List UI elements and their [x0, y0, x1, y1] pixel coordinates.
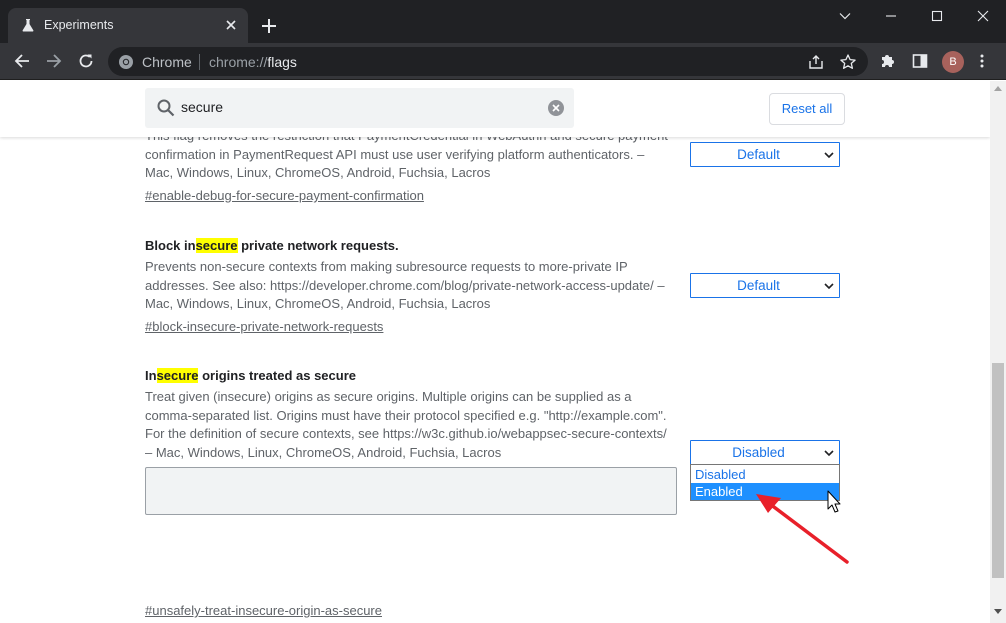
- tab-strip: Experiments: [0, 0, 1006, 43]
- minimize-icon: [886, 15, 896, 17]
- bookmark-star-icon[interactable]: [839, 53, 857, 71]
- close-tab-icon[interactable]: [222, 16, 240, 34]
- toolbar: Chrome chrome://flags: [0, 43, 1006, 80]
- chevron-down-icon: [824, 283, 834, 290]
- address-bar[interactable]: Chrome chrome://flags: [108, 47, 868, 76]
- description-line: confirmation in PaymentRequest API must …: [145, 146, 645, 162]
- option-disabled[interactable]: Disabled: [691, 466, 839, 483]
- search-box[interactable]: [145, 88, 574, 128]
- description-line: For the definition of secure contexts, s…: [145, 426, 667, 441]
- back-button[interactable]: [8, 47, 36, 75]
- experiment-permalink[interactable]: #block-insecure-private-network-requests: [145, 319, 383, 334]
- scroll-up-arrow-icon[interactable]: [994, 85, 1002, 91]
- title-text: In: [145, 368, 157, 383]
- experiment-select[interactable]: Default: [690, 142, 840, 167]
- new-tab-icon[interactable]: [258, 15, 280, 37]
- extensions-button[interactable]: [874, 47, 902, 75]
- experiment-permalink[interactable]: #enable-debug-for-secure-payment-confirm…: [145, 188, 424, 203]
- puzzle-icon: [882, 55, 894, 67]
- option-enabled[interactable]: Enabled: [691, 483, 839, 500]
- search-highlight: secure: [195, 238, 238, 253]
- reset-all-button[interactable]: Reset all: [769, 93, 845, 125]
- avatar[interactable]: B: [942, 51, 964, 73]
- scroll-thumb[interactable]: [992, 363, 1004, 578]
- url-scheme: chrome://: [209, 54, 268, 70]
- experiment-title: Block insecure private network requests.: [145, 238, 399, 253]
- site-label: Chrome: [142, 54, 192, 70]
- select-value: Default: [737, 147, 780, 162]
- platforms-text: Mac, Windows, Linux, ChromeOS, Android, …: [145, 296, 491, 311]
- maximize-button[interactable]: [914, 0, 960, 32]
- title-text: origins treated as secure: [198, 368, 356, 383]
- chevron-down-icon: [824, 152, 834, 159]
- experiment-title: Insecure origins treated as secure: [145, 368, 356, 383]
- search-highlight: secure: [156, 368, 199, 383]
- description-line: Treat given (insecure) origins as secure…: [145, 389, 632, 404]
- experiment-select[interactable]: Disabled: [690, 440, 840, 465]
- title-text: private network requests.: [237, 238, 399, 253]
- close-icon: [977, 10, 989, 22]
- share-icon[interactable]: [807, 53, 825, 71]
- side-panel-icon: [912, 54, 928, 68]
- back-arrow-icon: [14, 54, 29, 68]
- experiment-permalink[interactable]: #unsafely-treat-insecure-origin-as-secur…: [145, 603, 382, 618]
- flask-icon: [22, 19, 34, 32]
- tab-title: Experiments: [44, 18, 114, 32]
- select-value: Default: [737, 278, 780, 293]
- experiment-select[interactable]: Default: [690, 273, 840, 298]
- origins-textarea[interactable]: [145, 467, 677, 515]
- omnibox-divider: [199, 54, 200, 70]
- tab-search-button[interactable]: [822, 0, 868, 32]
- url-text: chrome://flags: [209, 54, 297, 70]
- chevron-down-icon: [824, 450, 834, 457]
- flags-page: Reset all This flag removes the restrict…: [0, 81, 990, 623]
- reload-button[interactable]: [72, 47, 100, 75]
- description-line: comma-separated list. Origins must have …: [145, 407, 667, 423]
- title-text: Block in: [145, 238, 196, 253]
- close-window-button[interactable]: [960, 0, 1006, 32]
- forward-arrow-icon: [47, 54, 62, 68]
- chevron-down-icon: [839, 13, 851, 20]
- select-value: Disabled: [732, 445, 785, 460]
- experiment-description: Prevents non-secure contexts from making…: [145, 258, 680, 314]
- maximize-icon: [931, 10, 943, 22]
- description-line: Prevents non-secure contexts from making…: [145, 259, 628, 274]
- reload-icon: [79, 54, 93, 68]
- platforms-text: – Mac, Windows, Linux, ChromeOS, Android…: [145, 444, 502, 460]
- tab-experiments[interactable]: Experiments: [8, 8, 248, 43]
- clear-search-icon[interactable]: [547, 99, 565, 117]
- url-host: flags: [267, 54, 297, 70]
- description-line: addresses. See also: https://developer.c…: [145, 277, 665, 293]
- search-input[interactable]: [181, 99, 541, 115]
- page-scrollbar[interactable]: [990, 81, 1006, 623]
- platforms-text: Mac, Windows, Linux, ChromeOS, Android, …: [145, 165, 491, 180]
- menu-button[interactable]: [968, 47, 996, 75]
- flags-header: Reset all: [0, 81, 990, 137]
- chrome-logo-icon: [119, 55, 133, 69]
- scroll-down-arrow-icon[interactable]: [994, 609, 1002, 615]
- minimize-button[interactable]: [868, 0, 914, 32]
- search-icon: [157, 99, 175, 117]
- side-panel-button[interactable]: [906, 47, 934, 75]
- experiment-description: Treat given (insecure) origins as secure…: [145, 388, 680, 462]
- kebab-menu-icon: [980, 54, 984, 68]
- forward-button[interactable]: [40, 47, 68, 75]
- select-dropdown-list: Disabled Enabled: [690, 464, 840, 501]
